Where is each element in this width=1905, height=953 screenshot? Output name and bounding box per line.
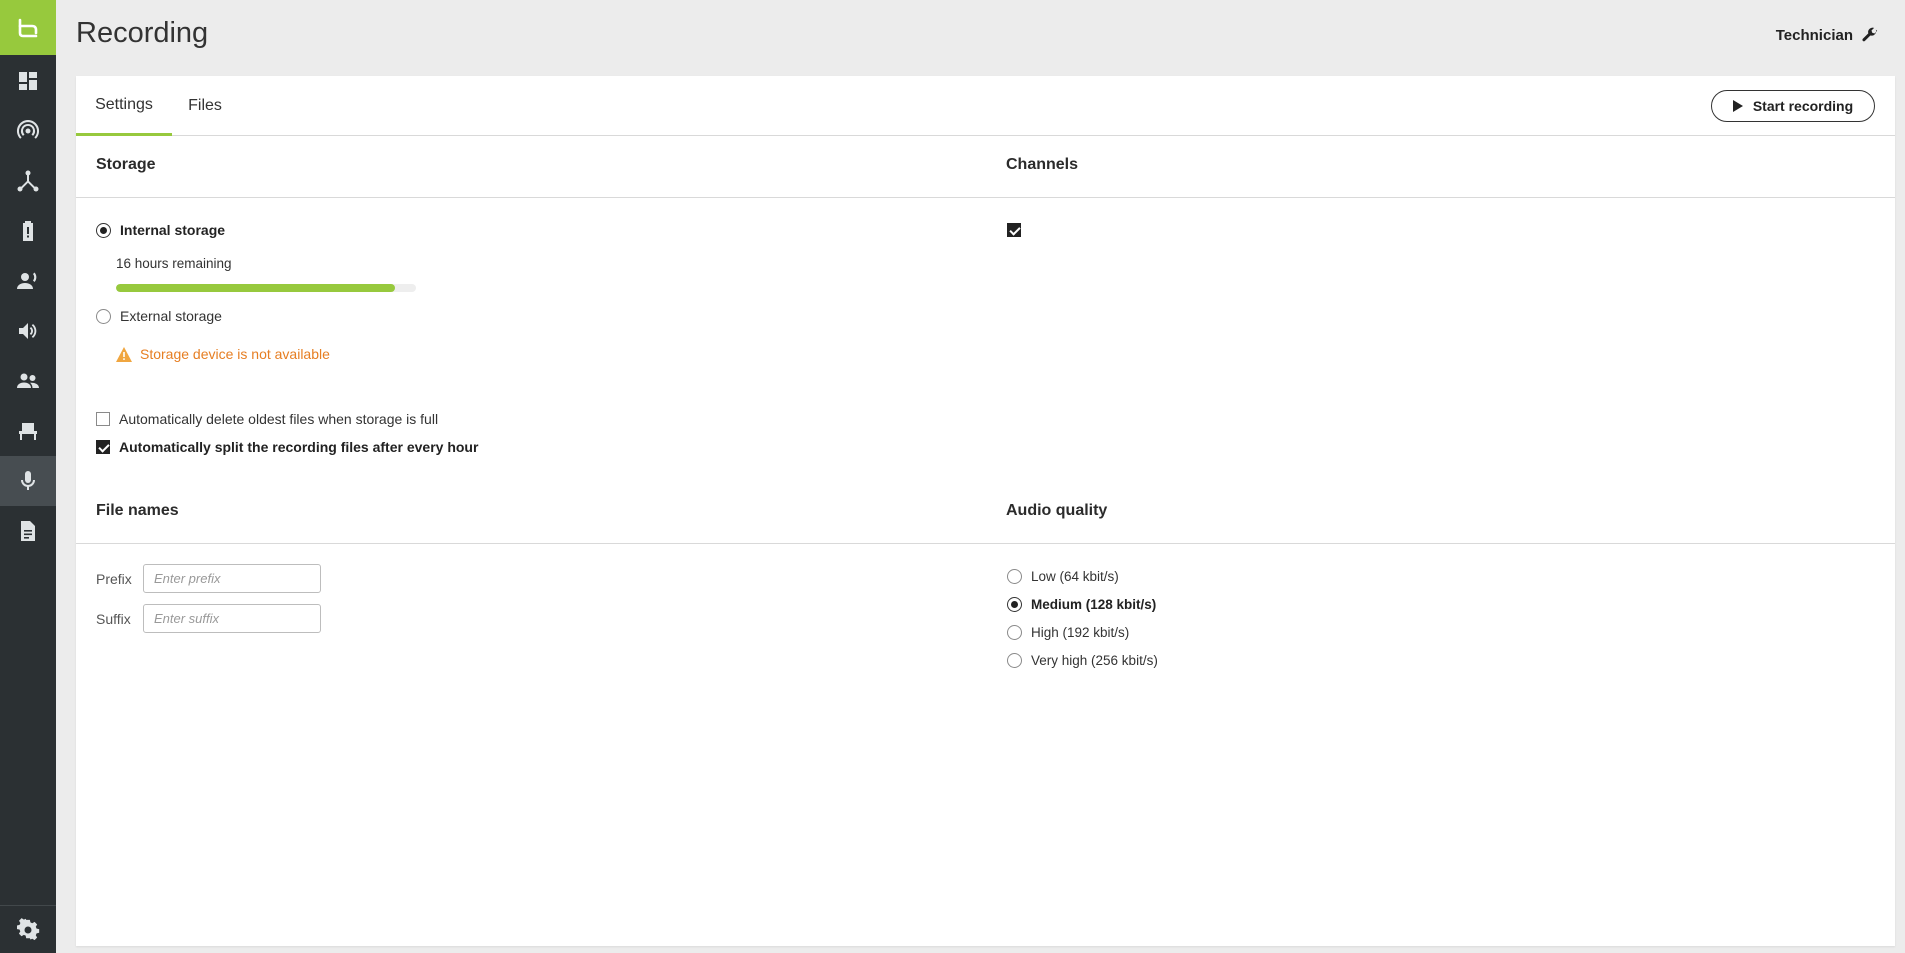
gear-icon	[17, 917, 40, 940]
file-names-section-title: File names	[96, 502, 179, 519]
sidebar-item-files[interactable]	[0, 506, 56, 556]
start-recording-label: Start recording	[1752, 98, 1854, 114]
sidebar-item-audio[interactable]	[0, 306, 56, 356]
page-title: Recording	[76, 17, 209, 49]
recording-panel: Settings Files Start recording Storage C…	[76, 76, 1895, 946]
section-divider	[76, 197, 1895, 198]
sidebar-item-dashboard[interactable]	[0, 56, 56, 106]
storage-remaining: 16 hours remaining	[116, 256, 232, 271]
start-recording-button[interactable]: Start recording	[1711, 90, 1875, 122]
channel-item[interactable]	[1007, 223, 1021, 237]
sidebar-item-broadcast[interactable]	[0, 106, 56, 156]
internal-storage-option[interactable]: Internal storage	[96, 222, 225, 238]
auto-split-checkbox[interactable]	[96, 440, 110, 454]
dashboard-icon	[19, 72, 37, 90]
auto-split-label: Automatically split the recording files …	[119, 439, 479, 455]
network-icon	[17, 170, 39, 192]
people-icon	[17, 373, 39, 388]
brand-logo-icon[interactable]	[0, 0, 56, 55]
storage-progress-fill	[116, 284, 395, 292]
auto-delete-label: Automatically delete oldest files when s…	[119, 411, 439, 427]
audio-quality-high-label: High (192 kbit/s)	[1031, 625, 1130, 640]
section-divider	[76, 543, 1895, 544]
audio-quality-medium[interactable]: Medium (128 kbit/s)	[1007, 597, 1156, 612]
suffix-input[interactable]	[143, 604, 321, 633]
suffix-label: Suffix	[96, 611, 131, 627]
audio-quality-low[interactable]: Low (64 kbit/s)	[1007, 569, 1119, 584]
sidebar-item-speaker-person[interactable]	[0, 256, 56, 306]
auto-delete-option[interactable]: Automatically delete oldest files when s…	[96, 411, 438, 427]
auto-delete-checkbox[interactable]	[96, 412, 110, 426]
audio-quality-low-radio[interactable]	[1007, 569, 1022, 584]
tab-files[interactable]: Files	[172, 76, 238, 136]
audio-quality-medium-radio[interactable]	[1007, 597, 1022, 612]
sidebar-item-seats[interactable]	[0, 406, 56, 456]
user-role-menu[interactable]: Technician	[1776, 26, 1879, 44]
external-storage-radio[interactable]	[96, 308, 111, 324]
play-icon	[1732, 100, 1743, 112]
prefix-label: Prefix	[96, 571, 132, 587]
audio-quality-low-label: Low (64 kbit/s)	[1031, 569, 1119, 584]
user-role-label: Technician	[1775, 26, 1853, 44]
tab-bar: Settings Files Start recording	[76, 76, 1895, 136]
storage-warning-text: Storage device is not available	[140, 346, 330, 362]
sidebar-item-network[interactable]	[0, 156, 56, 206]
audio-quality-very-high-label: Very high (256 kbit/s)	[1031, 653, 1158, 668]
storage-progress-bar	[116, 284, 416, 292]
audio-quality-very-high-radio[interactable]	[1007, 653, 1022, 668]
audio-quality-medium-label: Medium (128 kbit/s)	[1031, 597, 1157, 612]
person-speaking-icon	[17, 272, 37, 289]
sidebar-item-participants[interactable]	[0, 356, 56, 406]
audio-quality-high[interactable]: High (192 kbit/s)	[1007, 625, 1129, 640]
battery-icon	[23, 221, 33, 241]
broadcast-icon	[16, 119, 40, 139]
warning-icon	[116, 346, 132, 362]
sidebar	[0, 0, 56, 953]
audio-quality-high-radio[interactable]	[1007, 625, 1022, 640]
sidebar-item-recording[interactable]	[0, 456, 56, 506]
seat-icon	[19, 423, 37, 440]
auto-split-option[interactable]: Automatically split the recording files …	[96, 439, 478, 455]
wrench-icon	[1862, 27, 1878, 42]
internal-storage-radio[interactable]	[96, 222, 111, 238]
sidebar-item-settings[interactable]	[0, 906, 56, 953]
external-storage-label: External storage	[120, 308, 222, 324]
storage-section-title: Storage	[96, 156, 156, 173]
speaker-icon	[19, 323, 37, 339]
prefix-input[interactable]	[143, 564, 321, 593]
microphone-icon	[21, 471, 35, 490]
audio-quality-section-title: Audio quality	[1006, 502, 1108, 519]
sidebar-item-battery[interactable]	[0, 206, 56, 256]
tab-settings[interactable]: Settings	[76, 76, 172, 136]
audio-quality-very-high[interactable]: Very high (256 kbit/s)	[1007, 653, 1158, 668]
document-icon	[21, 521, 35, 541]
channel-checkbox[interactable]	[1007, 223, 1021, 237]
external-storage-option[interactable]: External storage	[96, 308, 222, 324]
channels-section-title: Channels	[1006, 156, 1079, 173]
internal-storage-label: Internal storage	[120, 222, 226, 238]
storage-warning: Storage device is not available	[116, 346, 330, 362]
